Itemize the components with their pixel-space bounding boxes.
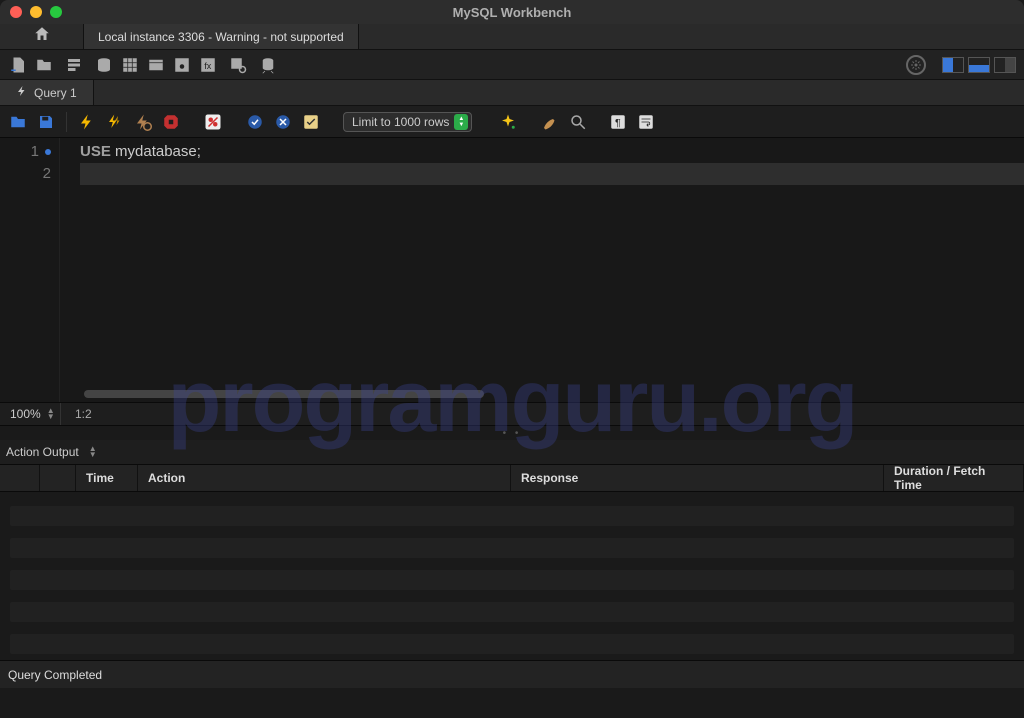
search-icon[interactable] xyxy=(568,112,588,132)
col-response[interactable]: Response xyxy=(511,465,884,491)
word-wrap-icon[interactable] xyxy=(636,112,656,132)
query-tab-bar: Query 1 xyxy=(0,80,1024,106)
window-title: MySQL Workbench xyxy=(453,5,572,20)
close-window-button[interactable] xyxy=(10,6,22,18)
svg-text:¶: ¶ xyxy=(615,116,621,128)
execute-current-icon[interactable] xyxy=(105,112,125,132)
row-limit-select[interactable]: Limit to 1000 rows ▲▼ xyxy=(343,112,472,132)
sql-keyword: USE xyxy=(80,143,111,160)
title-bar: MySQL Workbench xyxy=(0,0,1024,24)
svg-text:fx: fx xyxy=(204,60,212,70)
toggle-whitespace-icon[interactable]: ¶ xyxy=(608,112,628,132)
create-view-icon[interactable] xyxy=(146,55,166,75)
col-status xyxy=(0,465,40,491)
sql-identifier: mydatabase xyxy=(111,143,197,160)
open-sql-file-icon[interactable] xyxy=(34,55,54,75)
col-action[interactable]: Action xyxy=(138,465,511,491)
table-row[interactable] xyxy=(10,570,1014,590)
output-table-header: Time Action Response Duration / Fetch Ti… xyxy=(0,464,1024,492)
table-row[interactable] xyxy=(10,634,1014,654)
connection-tab-label: Local instance 3306 - Warning - not supp… xyxy=(98,30,344,44)
col-time[interactable]: Time xyxy=(76,465,138,491)
settings-icon[interactable] xyxy=(906,55,926,75)
table-row[interactable] xyxy=(10,538,1014,558)
new-sql-file-icon[interactable] xyxy=(8,55,28,75)
output-panel-header: Action Output ▲▼ xyxy=(0,440,1024,464)
status-bar: Query Completed xyxy=(0,660,1024,688)
explain-icon[interactable] xyxy=(133,112,153,132)
minimize-window-button[interactable] xyxy=(30,6,42,18)
line-number: 1 xyxy=(31,143,39,160)
statement-marker-icon xyxy=(45,149,51,155)
query-tab-label: Query 1 xyxy=(34,86,77,100)
open-file-icon[interactable] xyxy=(8,112,28,132)
code-area[interactable]: USE mydatabase; xyxy=(60,138,1024,402)
autocommit-icon[interactable] xyxy=(301,112,321,132)
sql-editor[interactable]: 1 2 USE mydatabase; xyxy=(0,138,1024,402)
toggle-bottom-panel-button[interactable] xyxy=(968,57,990,73)
maximize-window-button[interactable] xyxy=(50,6,62,18)
create-function-icon[interactable]: fx xyxy=(198,55,218,75)
query-tab[interactable]: Query 1 xyxy=(0,80,94,105)
output-table-body xyxy=(0,492,1024,660)
create-schema-icon[interactable] xyxy=(94,55,114,75)
find-icon[interactable] xyxy=(540,112,560,132)
cursor-position: 1:2 xyxy=(61,407,92,421)
execute-icon[interactable] xyxy=(77,112,97,132)
create-procedure-icon[interactable] xyxy=(172,55,192,75)
editor-status-bar: 100% ▲▼ 1:2 xyxy=(0,402,1024,426)
connection-tab[interactable]: Local instance 3306 - Warning - not supp… xyxy=(84,24,359,49)
editor-scrollbar[interactable] xyxy=(84,390,484,398)
main-toolbar: fx xyxy=(0,50,1024,80)
zoom-level[interactable]: 100% xyxy=(10,407,41,421)
inspector-icon[interactable] xyxy=(64,55,84,75)
toggle-left-panel-button[interactable] xyxy=(942,57,964,73)
lightning-icon xyxy=(16,85,28,100)
output-panel-select[interactable]: Action Output xyxy=(6,445,79,459)
line-number: 2 xyxy=(43,165,51,182)
grip-icon: • • xyxy=(503,428,522,439)
stop-icon[interactable] xyxy=(161,112,181,132)
select-arrows-icon: ▲▼ xyxy=(454,114,468,130)
beautify-icon[interactable] xyxy=(498,112,518,132)
sql-punct: ; xyxy=(197,143,201,160)
table-row[interactable] xyxy=(10,506,1014,526)
table-row[interactable] xyxy=(10,602,1014,622)
row-limit-label: Limit to 1000 rows xyxy=(352,115,449,129)
pane-splitter[interactable]: • • xyxy=(0,426,1024,440)
home-tab[interactable] xyxy=(0,24,84,49)
output-select-arrows-icon[interactable]: ▲▼ xyxy=(89,446,97,458)
connection-tab-bar: Local instance 3306 - Warning - not supp… xyxy=(0,24,1024,50)
active-line xyxy=(80,163,1024,185)
reconnect-icon[interactable] xyxy=(258,55,278,75)
toggle-right-panel-button[interactable] xyxy=(994,57,1016,73)
status-message: Query Completed xyxy=(8,668,102,682)
no-limit-icon[interactable] xyxy=(203,112,223,132)
save-file-icon[interactable] xyxy=(36,112,56,132)
query-toolbar: Limit to 1000 rows ▲▼ ¶ xyxy=(0,106,1024,138)
rollback-icon[interactable] xyxy=(273,112,293,132)
commit-icon[interactable] xyxy=(245,112,265,132)
col-index xyxy=(40,465,76,491)
window-controls xyxy=(10,6,62,18)
line-gutter: 1 2 xyxy=(0,138,60,402)
search-table-data-icon[interactable] xyxy=(228,55,248,75)
create-table-icon[interactable] xyxy=(120,55,140,75)
home-icon xyxy=(33,25,51,48)
col-duration[interactable]: Duration / Fetch Time xyxy=(884,465,1024,491)
zoom-stepper-icon[interactable]: ▲▼ xyxy=(47,408,55,420)
